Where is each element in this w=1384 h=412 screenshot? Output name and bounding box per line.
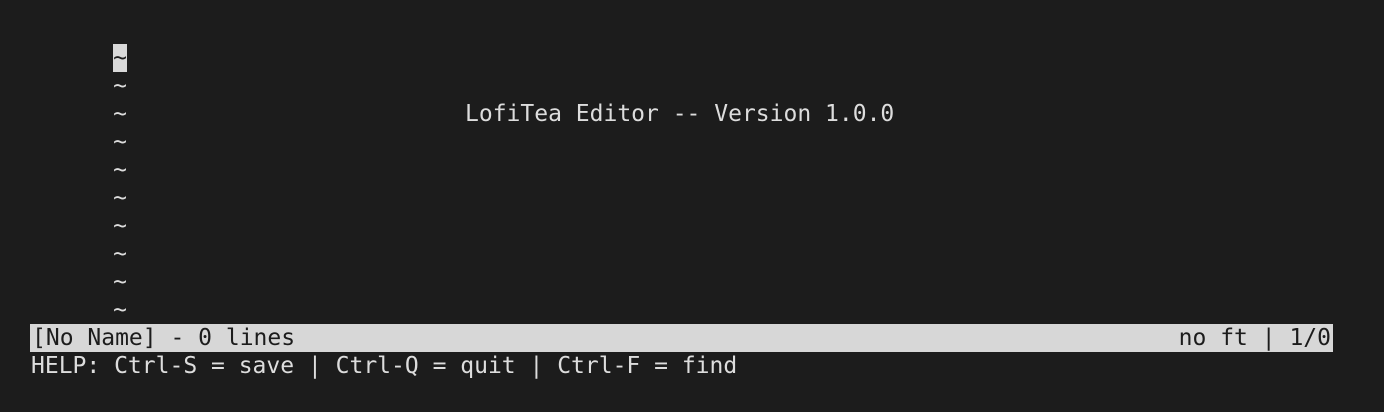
editor-row-9: ~: [30, 240, 1334, 295]
editor-row-2: ~: [30, 44, 1334, 99]
editor-row-7: ~: [30, 184, 1334, 239]
terminal-window[interactable]: ~ ~ ~ ~ LofiTea Editor -- Version 1.0.0 …: [0, 0, 1384, 412]
editor-row-3: ~: [30, 72, 1334, 127]
editor-row-11: ~: [30, 296, 1334, 351]
editor-row-4: ~ LofiTea Editor -- Version 1.0.0: [30, 100, 1334, 155]
file-status: [No Name] - 0 lines: [32, 325, 296, 351]
editor-row-6: ~: [30, 156, 1334, 211]
welcome-message: LofiTea Editor -- Version 1.0.0: [465, 101, 895, 127]
editor-text-area[interactable]: ~ ~ ~ ~ LofiTea Editor -- Version 1.0.0 …: [30, 16, 1334, 351]
help-message: HELP: Ctrl-S = save | Ctrl-Q = quit | Ct…: [31, 353, 738, 379]
editor-row-1: ~: [30, 16, 1334, 72]
status-bar: [No Name] - 0 lines no ft | 1/0: [30, 324, 1333, 352]
editor-row-8: ~: [30, 212, 1334, 267]
editor-row-10: ~: [30, 268, 1334, 323]
editor-row-5: ~: [30, 128, 1334, 183]
filetype-position-status: no ft | 1/0: [1178, 325, 1331, 351]
